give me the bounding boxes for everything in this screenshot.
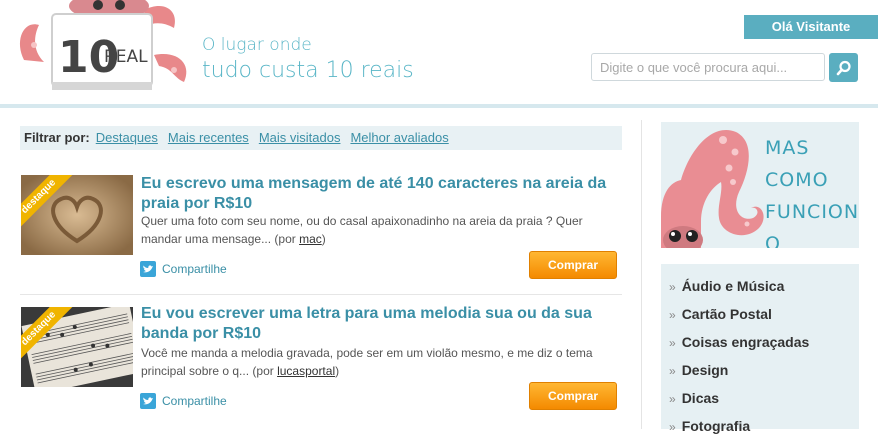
buy-button[interactable]: Comprar (529, 251, 617, 279)
item-desc-text: Você me manda a melodia gravada, pode se… (141, 346, 593, 378)
category-label: Design (681, 362, 729, 378)
search-input[interactable] (591, 53, 825, 81)
chevron-right-icon: » (669, 364, 676, 378)
item-thumbnail[interactable]: destaque (21, 307, 133, 387)
share-twitter-link[interactable]: Compartilhe (140, 393, 227, 409)
category-label: Fotografia (681, 418, 751, 434)
list-item: destaque Eu vou escrever uma letra para … (20, 304, 622, 429)
item-desc-text: Quer uma foto com seu nome, ou do casal … (141, 214, 583, 246)
filter-destaques[interactable]: Destaques (96, 130, 158, 145)
filter-mais-recentes[interactable]: Mais recentes (168, 130, 249, 145)
chevron-right-icon: » (669, 392, 676, 406)
category-label: Cartão Postal (681, 306, 772, 322)
author-link[interactable]: mac (299, 232, 322, 246)
item-description: Quer uma foto com seu nome, ou do casal … (141, 212, 611, 248)
category-list: » Áudio e Música » Cartão Postal » Coisas e… (661, 264, 859, 434)
item-separator (20, 294, 622, 295)
chevron-right-icon: » (669, 280, 676, 294)
filter-melhor-avaliados[interactable]: Melhor avaliados (350, 130, 448, 145)
share-label: Compartilhe (162, 394, 227, 408)
how-it-works-banner[interactable]: MAS COMO FUNCIONA O 10REAL? (661, 122, 859, 248)
logo-text: REAL (104, 47, 148, 67)
filter-label: Filtrar por: (24, 130, 90, 145)
promo-line3: O 10REAL? (765, 233, 781, 248)
search-icon (836, 60, 851, 75)
twitter-icon (140, 393, 156, 409)
site-logo[interactable]: 10 REAL (14, 0, 192, 95)
category-label: Dicas (681, 390, 720, 406)
author-link[interactable]: lucasportal (277, 364, 335, 378)
tagline-line2: tudo custa 10 reais (202, 58, 414, 83)
greeting-button[interactable]: Olá Visitante (744, 15, 878, 39)
category-coisas-engracadas[interactable]: » Coisas engraçadas (669, 334, 809, 350)
buy-button[interactable]: Comprar (529, 382, 617, 410)
category-label: Coisas engraçadas (681, 334, 810, 350)
item-description: Você me manda a melodia gravada, pode se… (141, 344, 611, 380)
item-desc-end: ) (321, 232, 326, 246)
chevron-right-icon: » (669, 336, 676, 350)
chevron-right-icon: » (669, 308, 676, 322)
site-header: 10 REAL O lugar onde tudo custa 10 reais… (0, 0, 878, 108)
octopus-logo-icon: 10 REAL (19, 0, 187, 90)
item-title-link[interactable]: Eu escrevo uma mensagem de até 140 carac… (141, 174, 611, 214)
item-thumbnail[interactable]: destaque (21, 175, 133, 255)
category-audio-musica[interactable]: » Áudio e Música (669, 278, 784, 294)
share-label: Compartilhe (162, 262, 227, 276)
category-dicas[interactable]: » Dicas (669, 390, 719, 406)
tagline-line1: O lugar onde (202, 35, 312, 55)
promo-text: MAS COMO FUNCIONA O 10REAL? (765, 132, 859, 248)
list-item: destaque Eu escrevo uma mensagem de até … (20, 174, 622, 294)
column-divider (641, 120, 642, 429)
category-label: Áudio e Música (681, 278, 785, 294)
item-desc-end: ) (335, 364, 340, 378)
chevron-right-icon: » (669, 420, 676, 434)
category-fotografia[interactable]: » Fotografia (669, 418, 750, 434)
promo-line2: FUNCIONA (765, 201, 859, 223)
item-title-link[interactable]: Eu vou escrever uma letra para uma melod… (141, 304, 611, 344)
search-button[interactable] (829, 53, 858, 82)
category-cartao-postal[interactable]: » Cartão Postal (669, 306, 772, 322)
promo-line1: MAS COMO (765, 137, 829, 191)
share-twitter-link[interactable]: Compartilhe (140, 261, 227, 277)
tagline: O lugar onde tudo custa 10 reais (202, 32, 414, 84)
category-design[interactable]: » Design (669, 362, 728, 378)
twitter-icon (140, 261, 156, 277)
filter-mais-visitados[interactable]: Mais visitados (259, 130, 341, 145)
filter-bar: Filtrar por: Destaques Mais recentes Mais v… (20, 126, 622, 150)
